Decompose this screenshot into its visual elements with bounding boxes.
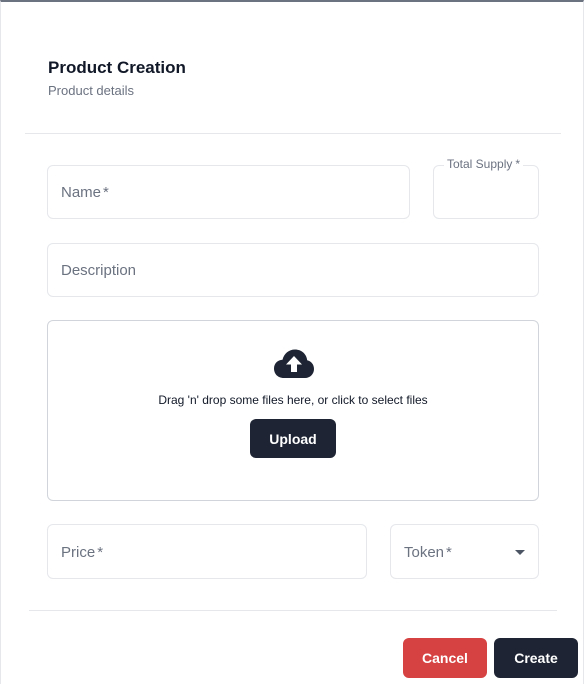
total-supply-label: Total Supply * — [444, 157, 524, 171]
create-button[interactable]: Create — [494, 638, 578, 678]
name-field[interactable]: Name * — [47, 165, 410, 219]
cloud-upload-icon — [274, 349, 314, 378]
product-creation-modal: Product Creation Product details Name * T… — [0, 0, 584, 684]
name-placeholder: Name * — [61, 184, 109, 201]
footer-divider — [29, 610, 557, 611]
dropzone-instructions: Drag 'n' drop some files here, or click … — [158, 393, 428, 407]
modal-title: Product Creation — [48, 58, 186, 77]
description-placeholder: Description — [61, 262, 137, 279]
modal-subtitle: Product details — [48, 83, 134, 98]
price-field[interactable]: Price * — [47, 524, 367, 579]
total-supply-field[interactable] — [433, 165, 539, 219]
file-dropzone[interactable]: Drag 'n' drop some files here, or click … — [47, 320, 539, 501]
caret-down-icon — [515, 550, 525, 555]
upload-button[interactable]: Upload — [250, 419, 336, 458]
price-placeholder: Price * — [61, 544, 104, 561]
header-divider — [25, 133, 561, 134]
token-placeholder: Token * — [404, 544, 452, 561]
token-select[interactable]: Token * — [390, 524, 539, 579]
cancel-button[interactable]: Cancel — [403, 638, 487, 678]
description-field[interactable]: Description — [47, 243, 539, 297]
